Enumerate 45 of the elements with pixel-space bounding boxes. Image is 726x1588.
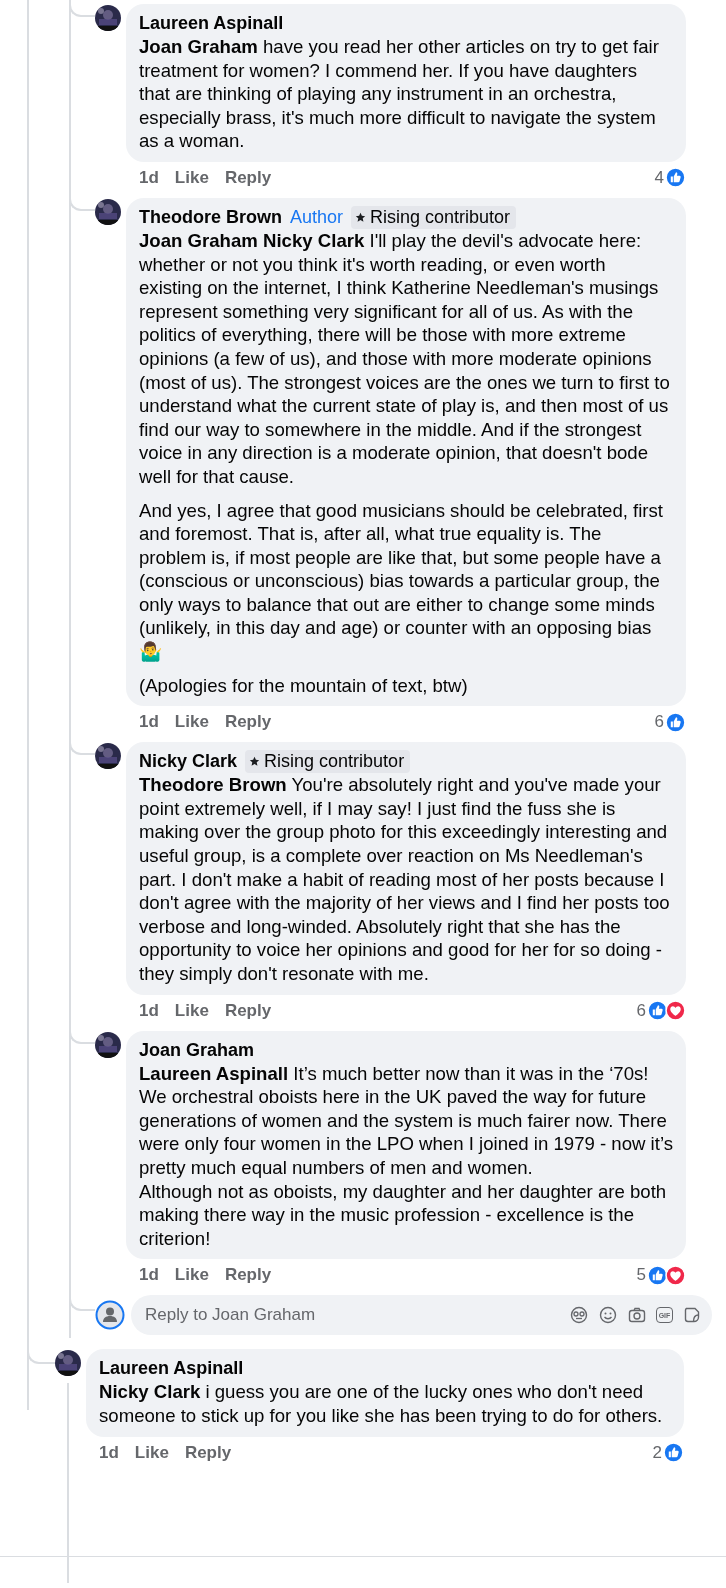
like-icon <box>665 711 686 733</box>
author-name[interactable]: Laureen Aspinall <box>99 1357 244 1381</box>
comment-text: And yes, I agree that good musicians should be celebrated, first and foremost. That is, after all, what true equality is. The problem is, if most people are like that, but some people have a (conscious or unconscious) bias towards a particular group, the only ways to balance that out are either to change some minds (unlikely, in this day and age) or counter with an opposing bias 🤷‍♂ <box>139 498 665 664</box>
like-link[interactable]: Like <box>174 712 209 733</box>
timestamp: 1d <box>139 1000 159 1021</box>
comment-text: Joan Graham have you read her other articles on try to get fair treatment for women? I commend her. If you have daughters that are thinking of playing any instrument in an orchestra, especially brass, it's much more difficult to navigate the system as a woman. <box>139 35 660 153</box>
like-link[interactable]: Like <box>174 1000 209 1021</box>
timestamp: 1d <box>139 167 159 188</box>
timestamp: 1d <box>139 1265 159 1286</box>
reply-link[interactable]: Reply <box>224 1265 272 1286</box>
reaction-count: 6 <box>654 712 664 733</box>
comment-text: Theodore Brown You're absolutely right and you've made your point extremely well, if I may say! I just find the fuss she is making over the group photo for this exceedingly interesting and useful group, is a complete over reaction on Ms Needleman's part. I don't make a habit of reading most of her posts because I don't agree with the majority of her views and I find her posts too verbose and long-winded. Absolutely right that she has the opportunity to voice her opinions and good for her for so doing - they simply don't resonate with me. <box>139 773 671 986</box>
like-link[interactable]: Like <box>174 167 209 188</box>
comment-text: Nicky Clark i guess you are one of the lucky ones who don't need someone to stick up for you like she has been trying to do for others. <box>99 1380 664 1428</box>
author-name[interactable]: Laureen Aspinall <box>139 12 284 35</box>
like-link[interactable]: Like <box>174 1265 209 1286</box>
timestamp: 1d <box>99 1442 119 1463</box>
author-name[interactable]: Joan Graham <box>139 1038 255 1062</box>
star-icon <box>355 211 367 223</box>
reply-link[interactable]: Reply <box>224 712 272 733</box>
emoji-icon[interactable] <box>598 1305 618 1326</box>
reply-link[interactable]: Reply <box>184 1442 232 1463</box>
like-link[interactable]: Like <box>134 1442 169 1463</box>
author-name[interactable]: Nicky Clark <box>139 750 238 774</box>
badge-label: Rising contributor <box>264 750 405 774</box>
like-icon <box>663 1442 684 1464</box>
like-icon <box>665 167 686 189</box>
comment-text: Laureen Aspinall It’s much better now than it was in the ‘70s! We orchestral oboists here in the UK paved the way for future generations of women and the system is much fairer now. There were only four women in the LPO when I joined in 1979 - now it’s pretty much equal numbers of men and women. Although not as oboists, my daughter and her daughter are both making there way in the music profession - excellence is the criterion! <box>139 1061 673 1251</box>
reaction-count: 2 <box>652 1442 662 1463</box>
timestamp: 1d <box>139 712 159 733</box>
author-label: Author <box>290 205 344 229</box>
star-icon <box>249 756 261 768</box>
comment-text: Joan Graham Nicky Clark I'll play the devil's advocate here: whether or not you think it's worth reading, or even worth existing on the internet, I think Katherine Needleman's musings represent something very significant for all of us. As with the politics of everything, there will be those with more extreme opinions (a few of us), and those with more moderate opinions (most of us). The strongest voices are the ones we turn to first to understand what the current state of play is, and then most of us find our way to somewhere in the middle. And if the strongest voice in any direction is a moderate opinion, that doesn't bode well for that cause. <box>139 228 671 489</box>
comment-text: (Apologies for the mountain of text, btw) <box>139 673 469 698</box>
avatar-icon[interactable] <box>95 1300 125 1331</box>
badge-label: Rising contributor <box>370 205 511 229</box>
reaction-count: 4 <box>654 167 664 188</box>
sticker-icon[interactable] <box>569 1305 589 1326</box>
reply-link[interactable]: Reply <box>224 1000 272 1021</box>
reaction-count: 6 <box>636 1000 646 1021</box>
reply-link[interactable]: Reply <box>224 167 272 188</box>
like-icon <box>647 1264 668 1286</box>
author-name[interactable]: Theodore Brown <box>139 205 282 229</box>
reaction-count: 5 <box>636 1265 646 1286</box>
like-icon <box>647 1000 668 1022</box>
